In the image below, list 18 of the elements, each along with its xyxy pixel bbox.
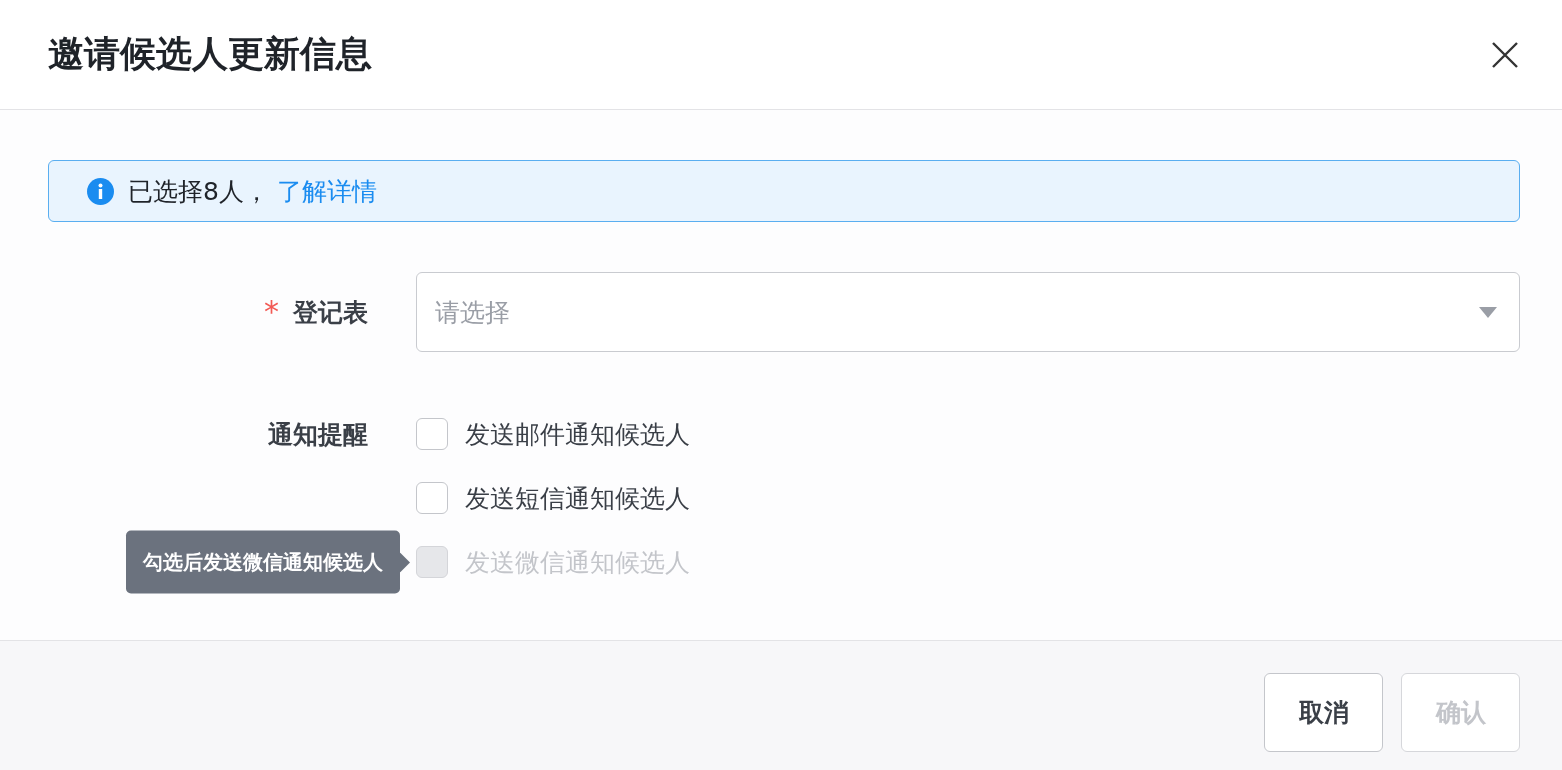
field-label: 登记表	[293, 296, 368, 329]
alert-text: 已选择8人，	[128, 175, 269, 208]
cancel-button[interactable]: 取消	[1264, 673, 1383, 752]
tooltip-arrow-icon	[400, 552, 410, 572]
checkbox-label: 发送邮件通知候选人	[465, 418, 690, 451]
select-field[interactable]: 请选择	[416, 272, 1520, 352]
details-link[interactable]: 了解详情	[276, 174, 377, 208]
field-label: 通知提醒	[268, 418, 368, 451]
close-button[interactable]	[1490, 39, 1520, 70]
required-mark: *	[264, 297, 279, 327]
checkbox[interactable]	[416, 418, 448, 450]
checkbox-label: 发送微信通知候选人	[465, 546, 690, 579]
tooltip: 勾选后发送微信通知候选人	[126, 530, 400, 594]
info-icon	[87, 177, 114, 205]
checkbox[interactable]	[416, 482, 448, 514]
caret-icon	[1479, 306, 1497, 318]
dialog-title: 邀请候选人更新信息	[48, 32, 372, 76]
checkbox-label: 发送短信通知候选人	[465, 482, 690, 515]
